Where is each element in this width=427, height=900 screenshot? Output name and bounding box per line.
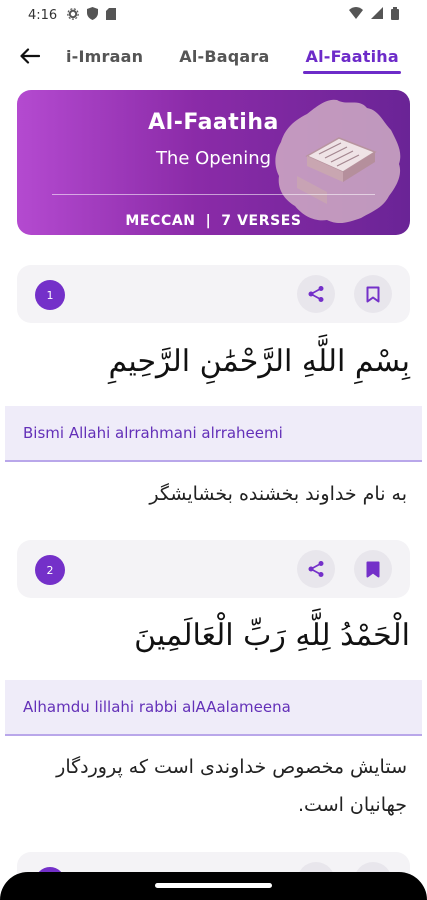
back-button[interactable]	[4, 36, 56, 76]
shield-icon	[87, 7, 99, 23]
status-right-icons	[349, 6, 399, 24]
surah-tabs: i-Imraan Al-Baqara Al-Faatiha	[56, 36, 427, 76]
verse-1-transliteration: Bismi Allahi alrrahmani alrraheemi	[5, 406, 422, 462]
arrow-left-icon	[20, 48, 40, 64]
share-button[interactable]	[297, 275, 335, 313]
bookmark-button[interactable]	[354, 550, 392, 588]
bookmark-outline-icon	[366, 286, 380, 302]
verse-number-badge: 2	[35, 555, 65, 585]
share-button[interactable]	[297, 550, 335, 588]
bookmark-filled-icon	[366, 561, 380, 577]
verse-1-toolbar: 1	[17, 265, 410, 323]
tab-al-faatiha[interactable]: Al-Faatiha	[303, 36, 402, 76]
home-gesture-handle[interactable]	[155, 883, 272, 888]
wifi-icon	[349, 7, 363, 23]
share-icon	[308, 561, 324, 577]
verse-2-transliteration: Alhamdu lillahi rabbi alAAalameena	[5, 680, 422, 736]
surah-meaning: The Opening	[155, 148, 272, 169]
sd-card-icon	[106, 7, 117, 23]
verse-1-translation: به نام خداوند بخشنده بخشایشگر	[149, 483, 407, 505]
status-bar: 4:16	[0, 0, 427, 30]
header-divider	[52, 194, 375, 195]
verse-2-arabic: الْحَمْدُ لِلَّهِ رَبِّ الْعَالَمِينَ	[134, 618, 410, 653]
surah-meta: MECCAN | 7 VERSES	[17, 213, 410, 229]
meta-separator: |	[205, 213, 212, 229]
verse-2-toolbar: 2	[17, 540, 410, 598]
surah-revelation-type: MECCAN	[125, 213, 196, 229]
verse-2-translation: ستایش مخصوص خداوندی است که پروردگار جهان…	[56, 756, 407, 816]
battery-icon	[391, 6, 399, 24]
verse-1-arabic: بِسْمِ اللَّهِ الرَّحْمَٰنِ الرَّحِيمِ	[108, 344, 410, 379]
signal-icon	[371, 7, 383, 23]
surah-header-card: Al-Faatiha The Opening MECCAN | 7 VERSES	[17, 90, 410, 235]
surah-tab-bar: i-Imraan Al-Baqara Al-Faatiha	[0, 36, 427, 76]
settings-icon	[67, 7, 80, 23]
status-time: 4:16	[28, 7, 58, 23]
share-icon	[308, 286, 324, 302]
surah-verse-count: 7 VERSES	[221, 213, 302, 229]
surah-name: Al-Faatiha	[148, 110, 279, 135]
tab-ali-imraan[interactable]: i-Imraan	[66, 36, 143, 76]
tab-al-baqara[interactable]: Al-Baqara	[179, 36, 269, 76]
bookmark-button[interactable]	[354, 275, 392, 313]
verse-number-badge: 1	[35, 280, 65, 310]
